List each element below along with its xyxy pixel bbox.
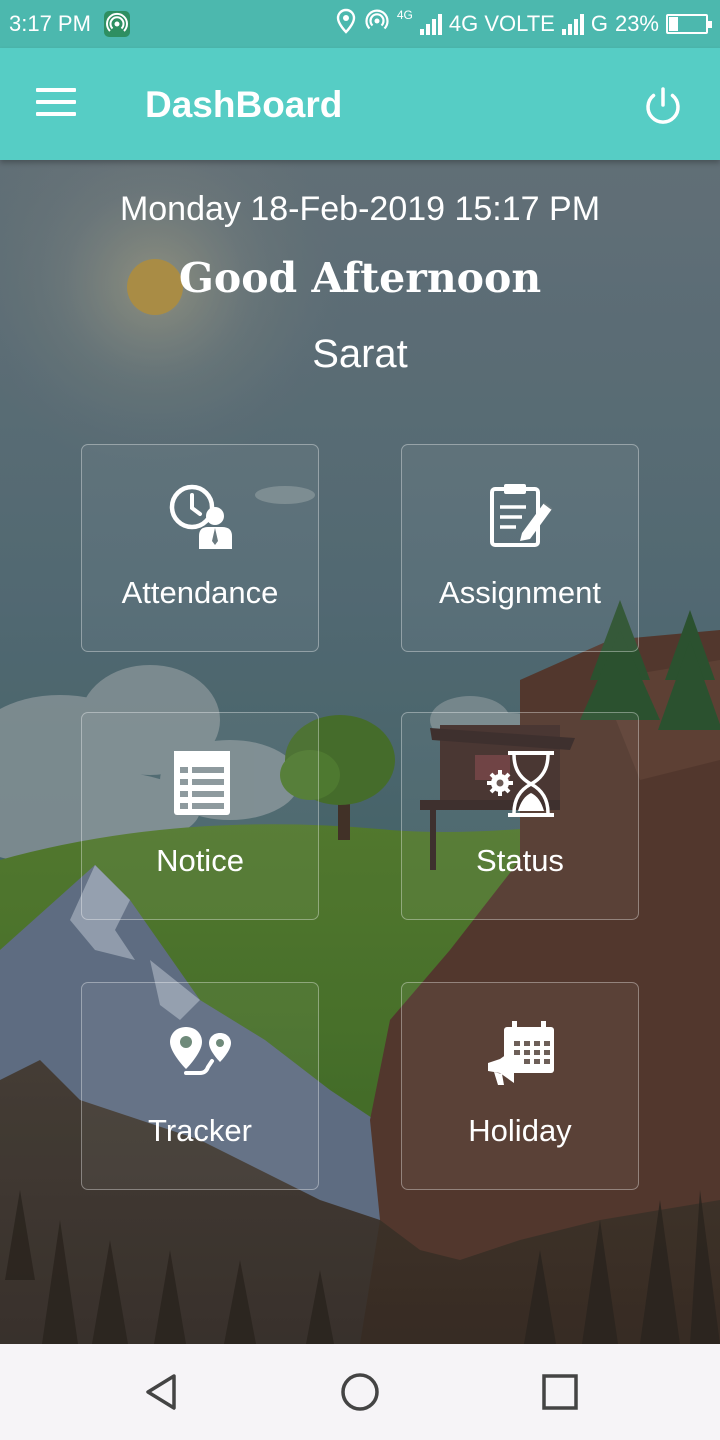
battery-percent: 23% bbox=[614, 11, 659, 36]
tile-notice[interactable]: Notice bbox=[81, 712, 319, 920]
user-name: Sarat bbox=[312, 332, 408, 376]
attendance-clock-user-icon bbox=[166, 481, 236, 551]
battery-icon bbox=[666, 14, 712, 34]
tile-label-tracker: Tracker bbox=[148, 1113, 252, 1148]
tile-label-attendance: Attendance bbox=[121, 575, 279, 610]
home-circle-icon[interactable] bbox=[338, 1370, 382, 1414]
notice-board-icon bbox=[166, 749, 236, 819]
app-bar: DashBoard bbox=[0, 48, 720, 160]
location-icon bbox=[335, 8, 357, 40]
hotspot-icon bbox=[104, 11, 130, 37]
network-type-label: 4G bbox=[396, 8, 413, 22]
tile-status[interactable]: Status bbox=[401, 712, 639, 920]
recents-square-icon[interactable] bbox=[538, 1370, 582, 1414]
hourglass-gear-icon bbox=[486, 749, 556, 819]
system-nav-bar bbox=[0, 1344, 720, 1440]
status-bar: 3:17 PM 4G 4G VOLTE G 23% bbox=[0, 0, 720, 48]
tile-tracker[interactable]: Tracker bbox=[81, 982, 319, 1190]
page-title: DashBoard bbox=[145, 84, 343, 125]
back-triangle-icon[interactable] bbox=[140, 1370, 184, 1414]
greeting-text: Good Afternoon bbox=[178, 254, 542, 302]
tile-label-holiday: Holiday bbox=[468, 1113, 572, 1148]
signal-strength-icon bbox=[419, 13, 442, 35]
network-volte-label: 4G VOLTE bbox=[448, 11, 555, 36]
tile-attendance[interactable]: Attendance bbox=[81, 444, 319, 652]
calendar-megaphone-icon bbox=[486, 1019, 556, 1089]
network-g-label: G bbox=[590, 11, 608, 36]
hamburger-menu-icon[interactable] bbox=[36, 88, 76, 120]
tile-holiday[interactable]: Holiday bbox=[401, 982, 639, 1190]
tile-label-status: Status bbox=[476, 843, 564, 878]
hotspot-active-icon bbox=[364, 8, 390, 40]
current-datetime: Monday 18-Feb-2019 15:17 PM bbox=[119, 190, 601, 228]
status-time: 3:17 PM bbox=[9, 11, 91, 36]
tile-label-assignment: Assignment bbox=[439, 575, 601, 610]
battery-fill bbox=[669, 17, 678, 31]
location-route-icon bbox=[166, 1019, 236, 1089]
tile-assignment[interactable]: Assignment bbox=[401, 444, 639, 652]
power-icon[interactable] bbox=[640, 84, 686, 130]
clipboard-edit-icon bbox=[486, 481, 556, 551]
signal-strength-icon-2 bbox=[561, 13, 584, 35]
tile-label-notice: Notice bbox=[156, 843, 244, 878]
